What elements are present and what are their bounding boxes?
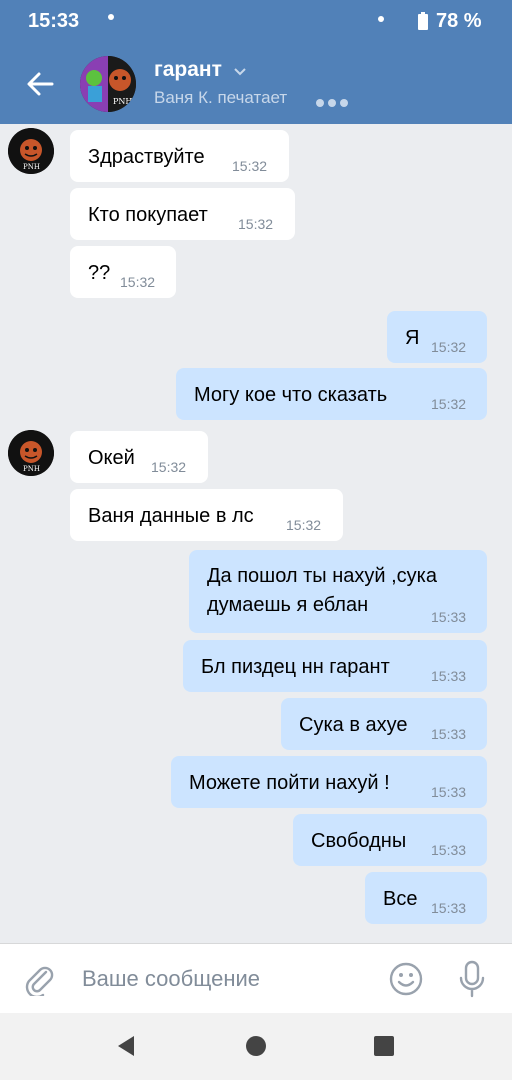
message-text: Могу кое что сказать [194, 384, 388, 406]
notification-dot-icon [378, 16, 384, 22]
message-line: думаешь я еблан [207, 594, 369, 616]
message-time: 15:33 [431, 609, 467, 625]
nav-recents-icon[interactable] [371, 1033, 397, 1059]
message-text: Все [383, 888, 418, 910]
status-time: 15:33 [28, 10, 80, 32]
message-composer: Ваше сообщение [0, 943, 512, 1014]
message-text: Окей [88, 447, 135, 469]
svg-text:PNH: PNH [23, 163, 40, 171]
tiger-avatar-icon: PNH [8, 128, 54, 174]
message-time: 15:33 [431, 668, 467, 684]
typing-dots-icon [316, 94, 352, 112]
message-text: Сука в ахуе [299, 714, 408, 736]
message-text: Бл пиздец нн гарант [201, 656, 390, 678]
sender-avatar[interactable]: PNH [8, 430, 54, 476]
message-time: 15:32 [431, 396, 467, 412]
message-incoming[interactable]: ?? 15:32 [70, 246, 176, 298]
sender-avatar[interactable]: PNH [8, 128, 54, 174]
message-text: Ваня данные в лс [88, 505, 254, 527]
message-incoming[interactable]: Ваня данные в лс 15:32 [70, 489, 343, 541]
back-arrow-icon[interactable] [22, 66, 58, 102]
message-time: 15:32 [232, 158, 268, 174]
typing-status: Ваня К. печатает [154, 88, 288, 107]
message-input[interactable]: Ваше сообщение [82, 966, 260, 992]
message-text: Да пошол ты нахуй ,сука думаешь я еблан [207, 562, 437, 620]
message-text: Кто покупает [88, 204, 208, 226]
message-incoming[interactable]: Окей 15:32 [70, 431, 208, 483]
message-outgoing[interactable]: Все 15:33 [365, 872, 487, 924]
message-time: 15:32 [286, 517, 322, 533]
message-outgoing[interactable]: Можете пойти нахуй ! 15:33 [171, 756, 487, 808]
message-outgoing[interactable]: Свободны 15:33 [293, 814, 487, 866]
message-time: 15:32 [238, 216, 274, 232]
message-time: 15:33 [431, 784, 467, 800]
svg-text:PNH: PNH [23, 465, 40, 473]
message-time: 15:32 [431, 339, 467, 355]
nav-back-icon[interactable] [114, 1033, 140, 1059]
smile-icon[interactable] [388, 961, 424, 997]
microphone-icon[interactable] [456, 959, 488, 999]
message-time: 15:33 [431, 726, 467, 742]
tiger-avatar-icon: PNH [8, 430, 54, 476]
message-outgoing[interactable]: Я 15:32 [387, 311, 487, 363]
message-incoming[interactable]: Здраствуйте 15:32 [70, 130, 289, 182]
chat-title[interactable]: гарант [154, 58, 222, 82]
avatar-image-icon: PNH [80, 56, 136, 112]
notification-dot-icon [108, 14, 114, 20]
message-time: 15:33 [431, 900, 467, 916]
svg-text:PNH: PNH [113, 97, 132, 106]
message-time: 15:32 [151, 459, 187, 475]
attach-icon[interactable] [22, 962, 56, 996]
message-time: 15:32 [120, 274, 156, 290]
message-line: Да пошол ты нахуй ,сука [207, 565, 437, 587]
system-navigation-bar [0, 1013, 512, 1080]
chat-avatar[interactable]: PNH [80, 56, 136, 112]
message-outgoing[interactable]: Да пошол ты нахуй ,сука думаешь я еблан … [189, 550, 487, 633]
message-outgoing[interactable]: Бл пиздец нн гарант 15:33 [183, 640, 487, 692]
message-outgoing[interactable]: Могу кое что сказать 15:32 [176, 368, 487, 420]
chevron-down-icon[interactable] [232, 64, 248, 78]
message-incoming[interactable]: Кто покупает 15:32 [70, 188, 295, 240]
message-text: Здраствуйте [88, 146, 205, 168]
message-outgoing[interactable]: Сука в ахуе 15:33 [281, 698, 487, 750]
battery-icon [418, 12, 428, 30]
message-text: Свободны [311, 830, 407, 852]
chat-header: PNH гарант Ваня К. печатает [0, 44, 512, 124]
message-text: Я [405, 327, 420, 349]
message-text: ?? [88, 262, 111, 284]
battery-percent: 78 % [436, 10, 482, 32]
nav-home-icon[interactable] [243, 1033, 269, 1059]
status-bar: 15:33 78 % [0, 0, 512, 44]
message-time: 15:33 [431, 842, 467, 858]
message-text: Можете пойти нахуй ! [189, 772, 390, 794]
